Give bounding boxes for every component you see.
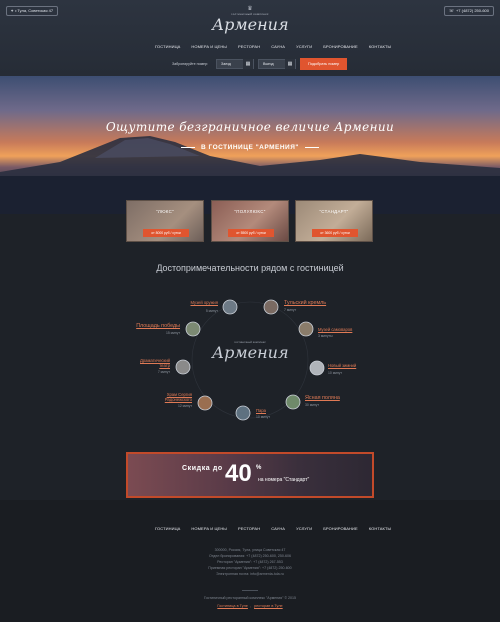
poi-time: 3 минуты (318, 334, 333, 338)
poi-left-4[interactable]: Храм Сергия Радонежского 12 минут (152, 392, 192, 408)
discount-percent: % (256, 465, 262, 471)
footer-divider (242, 590, 258, 591)
poi-right-4[interactable]: Ясная поляна 30 минут (305, 395, 340, 407)
footer-nav-restaurant[interactable]: РЕСТОРАН (238, 526, 260, 531)
poi-time: 10 минут (328, 371, 343, 375)
footer-nav-rooms[interactable]: НОМЕРА И ЦЕНЫ (191, 526, 227, 531)
footer-booking-phone: Отдел бронирования: +7 (4872) 250-600, 2… (208, 554, 292, 558)
poi-left-3[interactable]: Драматический театр 7 минут (134, 358, 170, 374)
center-logo: гостиничный комплекс Армения (212, 340, 289, 362)
discount-value: 40 (225, 460, 252, 487)
poi-name[interactable]: Тульский кремль (284, 300, 326, 306)
footer-copyright: Гостиничный ресторанный комплекс "Армени… (203, 596, 297, 600)
discount-text: на номера "Стандарт" (258, 477, 310, 483)
footer-nav-sauna[interactable]: САУНА (271, 526, 285, 531)
poi-left-2[interactable]: Площадь победы 15 минут (130, 323, 180, 335)
poi-time: 7 минут (284, 308, 297, 312)
poi-name[interactable]: Ясная поляна (305, 395, 340, 401)
footer-nav-hotel[interactable]: ГОСТИНИЦА (155, 526, 180, 531)
poi-right-3[interactable]: Новый зимний 10 минут (328, 363, 356, 375)
poi-name[interactable]: Музей самоваров (318, 327, 352, 332)
poi-bottom[interactable]: Пара 10 минут (256, 408, 270, 419)
footer-nav-booking[interactable]: БРОНИРОВАНИЕ (323, 526, 358, 531)
poi-name[interactable]: Новый зимний (328, 363, 356, 368)
footer-nav: ГОСТИНИЦА НОМЕРА И ЦЕНЫ РЕСТОРАН САУНА У… (155, 526, 391, 531)
footer-nav-contacts[interactable]: КОНТАКТЫ (369, 526, 391, 531)
poi-right-2[interactable]: Музей самоваров 3 минуты (318, 327, 352, 338)
footer-nav-services[interactable]: УСЛУГИ (296, 526, 312, 531)
poi-time: 10 минут (256, 415, 271, 419)
poi-time: 5 минут (205, 309, 218, 313)
center-logo-name: Армения (212, 343, 289, 362)
discount-prefix: Скидка до (182, 465, 223, 472)
footer-link-restaurant[interactable]: ресторан в Туле (254, 604, 283, 608)
poi-name[interactable]: Пара (256, 408, 270, 413)
footer-reception-phone: Приемная ресторан "Армения": +7 (4872) 2… (208, 566, 292, 570)
poi-time: 7 минут (157, 370, 170, 374)
footer-link-hotel[interactable]: Гостиница в Туле (217, 604, 248, 608)
poi-name[interactable]: Музей оружия (170, 300, 219, 305)
footer-restaurant-phone: Ресторан "Армения": +7 (4872) 267-553 (217, 560, 283, 564)
poi-time: 30 минут (305, 403, 320, 407)
poi-left-1[interactable]: Музей оружия 5 минут (170, 300, 219, 313)
footer-email: Электронная почта: info@armenia-tula.ru (216, 572, 284, 576)
poi-name[interactable]: Храм Сергия Радонежского (152, 392, 192, 402)
footer-links: Гостиница в Туле, ресторан в Туле (217, 604, 283, 608)
poi-right-1[interactable]: Тульский кремль 7 минут (284, 300, 326, 312)
poi-name[interactable]: Площадь победы (130, 323, 180, 329)
poi-time: 12 минут (177, 404, 192, 408)
poi-name[interactable]: Драматический театр (134, 358, 170, 368)
footer-address: 300000, Россия, Тула, улица Советская 47 (214, 548, 286, 552)
poi-time: 15 минут (165, 331, 180, 335)
